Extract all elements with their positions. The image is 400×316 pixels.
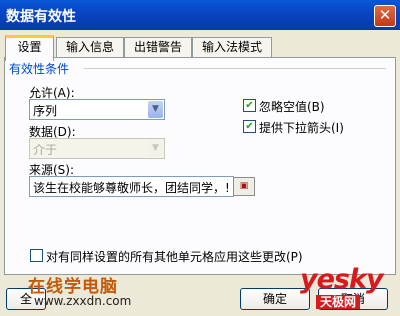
dropdown-arrow-checkbox[interactable]: ✔: [243, 120, 256, 133]
ok-label: 确定: [262, 292, 287, 306]
tab-ime-mode[interactable]: 输入法模式: [192, 37, 272, 58]
tab-settings-label: 设置: [17, 40, 42, 54]
collapse-dialog-button[interactable]: ▣: [233, 177, 255, 196]
group-divider: [84, 68, 386, 69]
allow-select[interactable]: 序列 ▼: [29, 99, 165, 120]
logo-cn: 天极网: [316, 295, 361, 309]
check-icon: ✔: [245, 100, 254, 111]
data-select-value: 介于: [33, 143, 58, 157]
apply-all-label: 对有同样设置的所有其他单元格应用这些更改(P): [46, 250, 303, 264]
tab-input-message-label: 输入信息: [65, 40, 114, 54]
tab-settings[interactable]: 设置: [5, 35, 54, 61]
logo-text: yesky: [300, 264, 384, 295]
window-title: 数据有效性: [6, 9, 76, 25]
chevron-down-icon: ▼: [148, 140, 163, 157]
data-select: 介于 ▼: [29, 138, 165, 159]
tab-ime-mode-label: 输入法模式: [201, 40, 262, 54]
title-bar[interactable]: 数据有效性 ✕: [0, 0, 400, 30]
tab-input-message[interactable]: 输入信息: [56, 37, 124, 58]
range-select-icon: ▣: [239, 181, 249, 191]
source-input-value: 该生在校能够尊敬师长，团结同学，!: [33, 181, 230, 195]
yesky-logo: yesky 天极网: [300, 264, 384, 309]
chevron-down-icon[interactable]: ▼: [148, 101, 163, 118]
apply-all-checkbox[interactable]: [30, 249, 43, 262]
close-icon: ✕: [378, 6, 392, 24]
close-button[interactable]: ✕: [374, 5, 396, 27]
validation-criteria-label: 有效性条件: [9, 62, 70, 76]
tab-error-alert[interactable]: 出错警告: [124, 37, 192, 58]
ignore-blank-checkbox[interactable]: ✔: [243, 99, 256, 112]
dropdown-arrow-label: 提供下拉箭头(I): [259, 121, 344, 135]
source-input[interactable]: 该生在校能够尊敬师长，团结同学，!: [29, 176, 234, 197]
allow-select-value: 序列: [33, 104, 58, 118]
check-icon: ✔: [245, 121, 254, 132]
watermark-url: www.zxxdn.com: [34, 294, 132, 308]
tab-error-alert-label: 出错警告: [133, 40, 182, 54]
ignore-blank-label: 忽略空值(B): [259, 100, 325, 114]
